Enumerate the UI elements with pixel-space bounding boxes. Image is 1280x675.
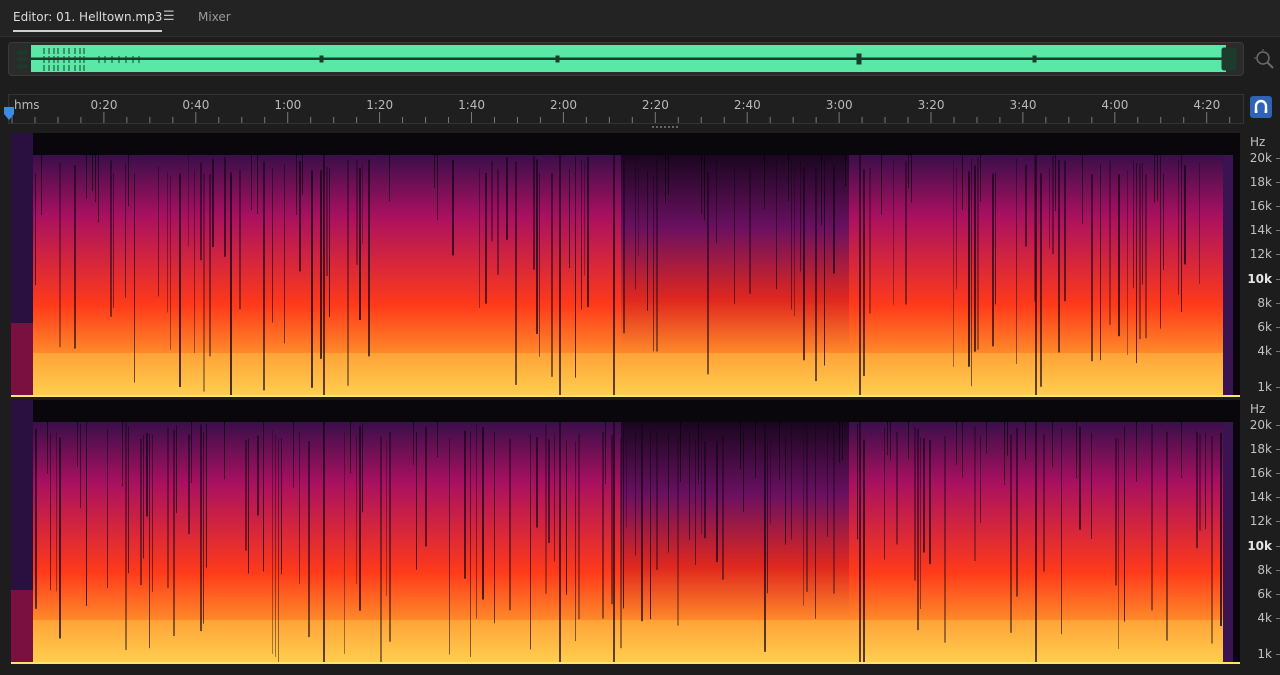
hz-tick-label: 14k [1249, 490, 1272, 504]
hz-tick [1276, 387, 1280, 388]
hz-tick-label: 4k [1257, 611, 1272, 625]
hz-tick-label: 12k [1249, 514, 1272, 528]
panel-resize-handle[interactable] [652, 125, 680, 130]
frequency-axis-right: Hz 20k 18k 16k 14k 12k 10k 8k 6k 4k 1k [1240, 400, 1280, 664]
hz-tick [1276, 230, 1280, 231]
hz-tick-label: 18k [1249, 175, 1272, 189]
tab-mixer[interactable]: Mixer [198, 10, 231, 24]
spectrogram-channel-right[interactable] [11, 400, 1240, 664]
hz-tick [1276, 279, 1280, 280]
hz-tick [1276, 425, 1280, 426]
hz-tick [1276, 570, 1280, 571]
hz-tick [1276, 182, 1280, 183]
hz-tick-label: 12k [1249, 247, 1272, 261]
timeline-ruler[interactable]: hms 0:20 0:40 1:00 1:20 1:40 2:00 2:20 2:40 3:00 3… [8, 94, 1244, 124]
ruler-ticks [11, 112, 1231, 123]
hz-tick-label: 14k [1249, 223, 1272, 237]
spectral-frequency-display[interactable] [11, 400, 1240, 664]
tab-editor[interactable]: Editor: 01. Helltown.mp3 [13, 10, 163, 32]
hz-tick-label: 16k [1249, 199, 1272, 213]
editor-tab-bar: Editor: 01. Helltown.mp3 ☰ Mixer [0, 0, 1280, 37]
hz-tick-label: 20k [1249, 418, 1272, 432]
hz-tick [1276, 546, 1280, 547]
hz-tick-label: 8k [1257, 563, 1272, 577]
tab-menu-icon[interactable]: ☰ [163, 9, 175, 24]
hz-tick-label: 4k [1257, 344, 1272, 358]
hz-tick [1276, 618, 1280, 619]
hz-tick-label: 1k [1257, 647, 1272, 661]
hz-tick [1276, 254, 1280, 255]
hz-tick [1276, 654, 1280, 655]
hz-tick [1276, 449, 1280, 450]
hz-tick-label: 6k [1257, 320, 1272, 334]
hz-tick [1276, 327, 1280, 328]
hz-tick-label: 6k [1257, 587, 1272, 601]
hz-tick [1276, 521, 1280, 522]
hz-tick-label: 20k [1249, 151, 1272, 165]
hz-tick-label: 1k [1257, 380, 1272, 394]
hz-tick [1276, 351, 1280, 352]
hz-tick [1276, 594, 1280, 595]
hz-tick [1276, 158, 1280, 159]
magnet-icon [1254, 99, 1268, 113]
spectral-frequency-display[interactable] [11, 133, 1240, 397]
hz-tick-label: 16k [1249, 466, 1272, 480]
playhead-marker[interactable] [3, 107, 15, 121]
hz-tick [1276, 206, 1280, 207]
hz-tick-label: 18k [1249, 442, 1272, 456]
snap-toggle-button[interactable] [1250, 96, 1272, 118]
hz-unit-label: Hz [1250, 135, 1266, 149]
overview-waveform [16, 47, 1237, 71]
hz-tick [1276, 497, 1280, 498]
bottom-edge [0, 664, 1280, 675]
hz-tick [1276, 473, 1280, 474]
spectrogram-channel-left[interactable] [11, 133, 1240, 397]
frequency-axis-left: Hz 20k 18k 16k 14k 12k 10k 8k 6k 4k 1k [1240, 133, 1280, 397]
hz-tick-label: 10k [1247, 272, 1272, 286]
hz-tick-label: 8k [1257, 296, 1272, 310]
hz-unit-label: Hz [1250, 402, 1266, 416]
hz-tick [1276, 303, 1280, 304]
hz-tick-label: 10k [1247, 539, 1272, 553]
overview-navigator[interactable] [8, 42, 1244, 76]
zoom-navigator-icon[interactable] [1253, 48, 1275, 70]
